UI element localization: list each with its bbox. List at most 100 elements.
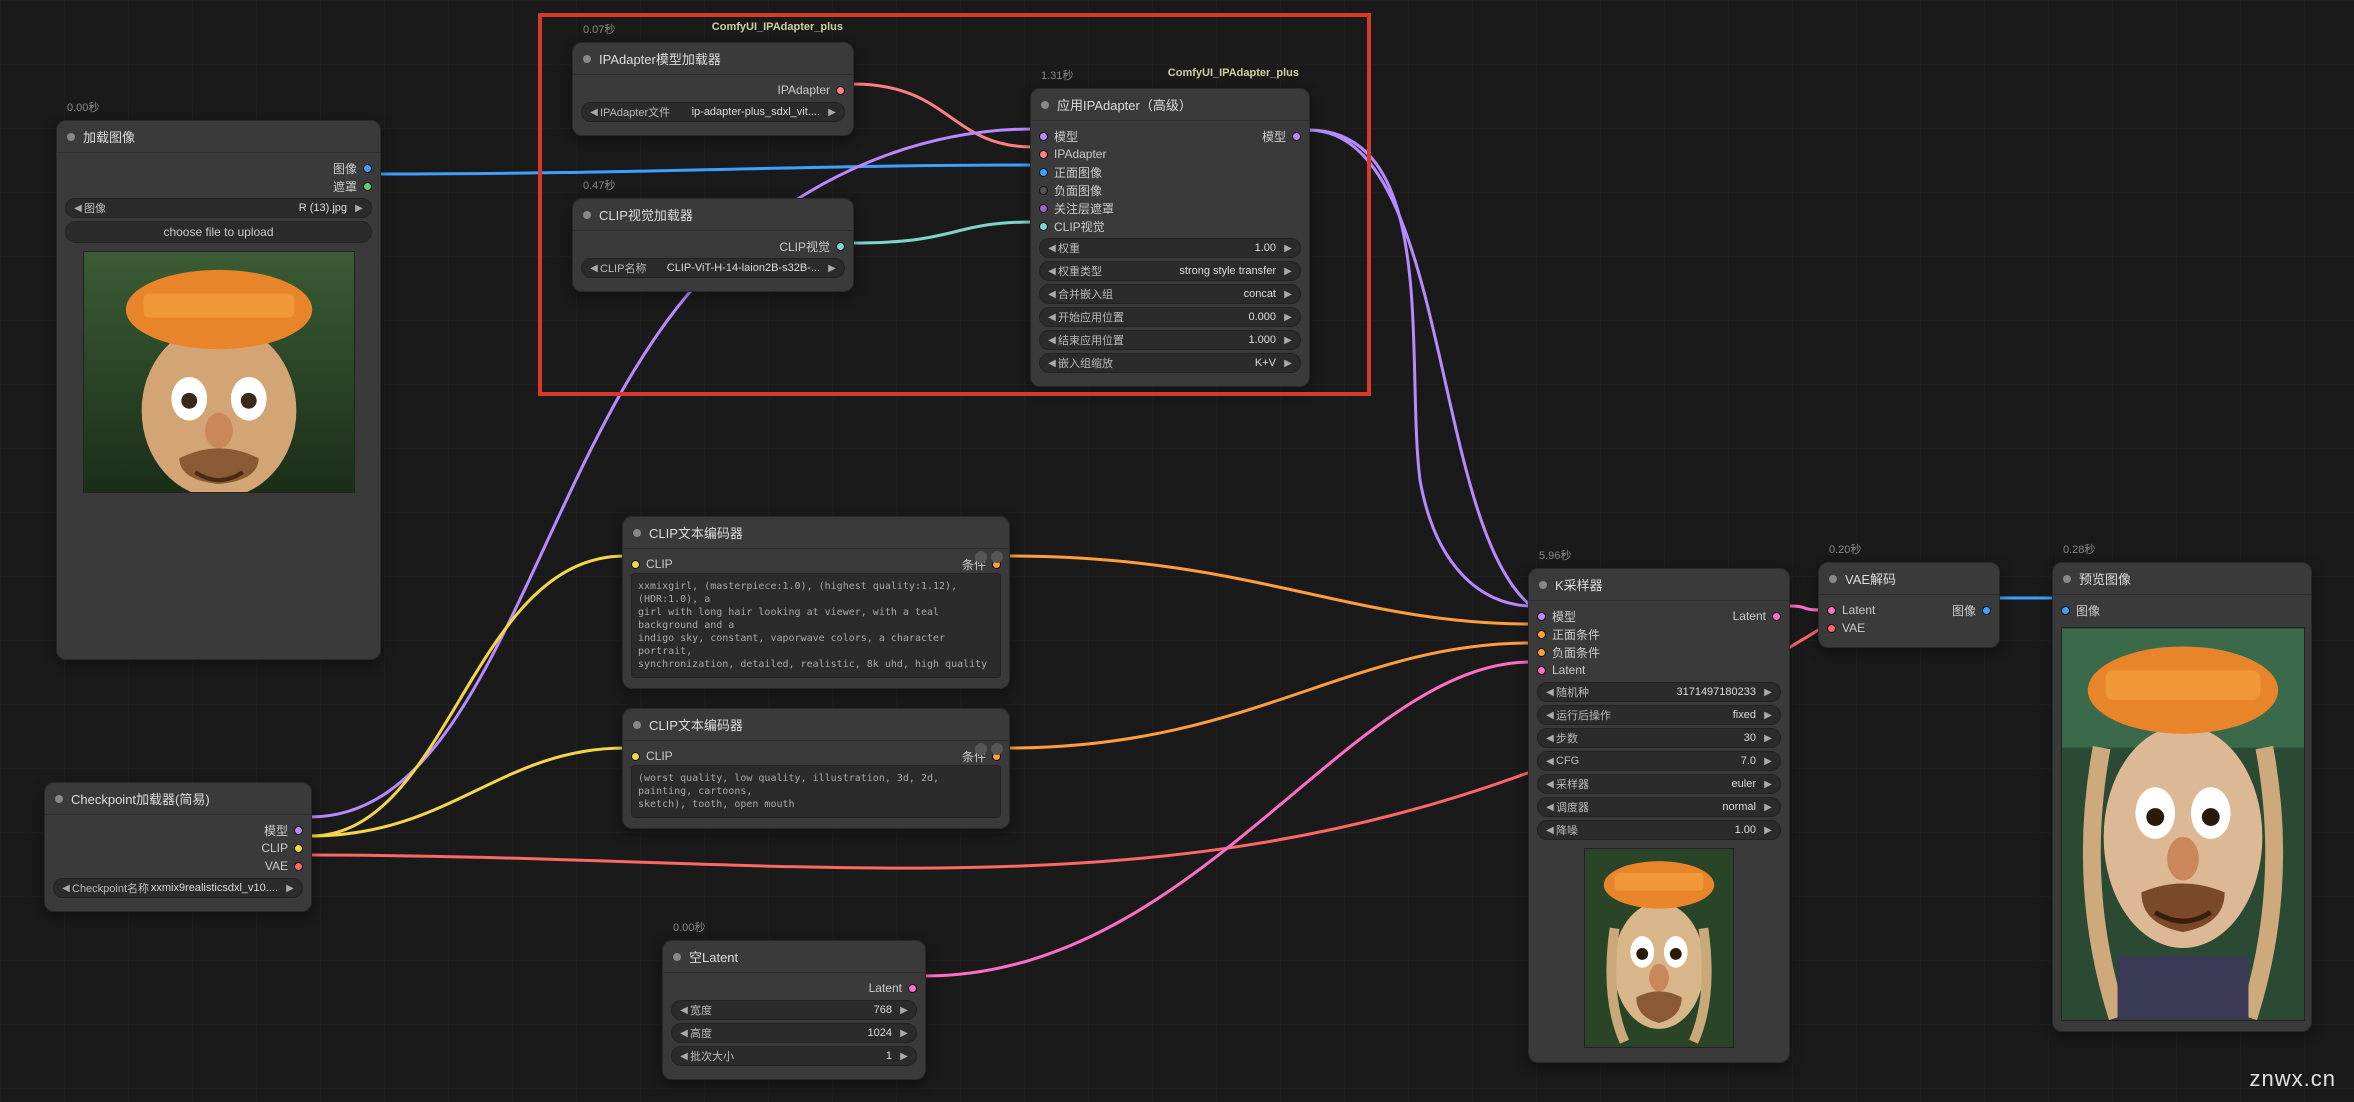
port-pos-cond-in[interactable] [1537,630,1546,639]
collapse-dot-icon[interactable] [1041,101,1049,109]
node-header[interactable]: Checkpoint加载器(简易) [45,783,311,815]
node-ipadapter-loader[interactable]: 0.07秒 ComfyUI_IPAdapter_plus IPAdapter模型… [572,42,854,136]
node-header[interactable]: 应用IPAdapter（高级） [1031,89,1309,121]
arrow-left-icon[interactable]: ◀ [678,1028,690,1039]
arrow-left-icon[interactable]: ◀ [1046,312,1058,323]
node-header[interactable]: 空Latent [663,941,925,973]
collapse-dot-icon[interactable] [67,133,75,141]
port-vae-out[interactable] [294,862,303,871]
port-model-out[interactable] [1292,132,1301,141]
arrow-right-icon[interactable]: ▶ [284,883,296,894]
arrow-right-icon[interactable]: ▶ [1282,266,1294,277]
prompt-textarea[interactable]: (worst quality, low quality, illustratio… [631,765,1001,818]
port-ipadapter-in[interactable] [1039,150,1048,159]
arrow-right-icon[interactable]: ▶ [1762,687,1774,698]
arrow-right-icon[interactable]: ▶ [826,263,838,274]
collapse-dot-icon[interactable] [673,953,681,961]
port-latent-in[interactable] [1537,666,1546,675]
node-ksampler[interactable]: 5.96秒 K采样器 模型 Latent 正面条件 负面条件 Latent ◀随… [1528,568,1790,1063]
port-clipvision-in[interactable] [1039,222,1048,231]
node-header[interactable]: CLIP文本编码器 [623,517,1009,549]
arrow-left-icon[interactable]: ◀ [1544,802,1556,813]
port-clipvision-out[interactable] [836,242,845,251]
upload-button[interactable]: choose file to upload [65,221,372,243]
port-pos-image-in[interactable] [1039,168,1048,177]
node-header[interactable]: VAE解码 [1819,563,1999,595]
node-header[interactable]: CLIP文本编码器 [623,709,1009,741]
arrow-left-icon[interactable]: ◀ [588,107,600,118]
node-clip-text-encode-neg[interactable]: CLIP文本编码器 CLIP 条件 (worst quality, low qu… [622,708,1010,829]
port-latent-in[interactable] [1827,606,1836,615]
arrow-left-icon[interactable]: ◀ [1046,358,1058,369]
collapse-dot-icon[interactable] [583,55,591,63]
port-model-out[interactable] [294,826,303,835]
widget-batch[interactable]: ◀批次大小1▶ [671,1046,917,1066]
widget-start-at[interactable]: ◀开始应用位置0.000▶ [1039,307,1301,327]
arrow-right-icon[interactable]: ▶ [898,1051,910,1062]
port-clip-in[interactable] [631,560,640,569]
widget-cfg[interactable]: ◀CFG7.0▶ [1537,751,1781,771]
arrow-left-icon[interactable]: ◀ [678,1051,690,1062]
arrow-right-icon[interactable]: ▶ [1762,825,1774,836]
widget-ipadapter-file[interactable]: ◀ IPAdapter文件 ip-adapter-plus_sdxl_vit..… [581,102,845,122]
arrow-right-icon[interactable]: ▶ [1762,802,1774,813]
port-model-in[interactable] [1537,612,1546,621]
arrow-right-icon[interactable]: ▶ [826,107,838,118]
port-latent-out[interactable] [1772,612,1781,621]
widget-weight-type[interactable]: ◀权重类型strong style transfer▶ [1039,261,1301,281]
arrow-left-icon[interactable]: ◀ [1544,710,1556,721]
prompt-textarea[interactable]: xxmixgirl, (masterpiece:1.0), (highest q… [631,573,1001,678]
arrow-right-icon[interactable]: ▶ [898,1005,910,1016]
port-clip-out[interactable] [294,844,303,853]
arrow-right-icon[interactable]: ▶ [1762,779,1774,790]
arrow-left-icon[interactable]: ◀ [1046,335,1058,346]
widget-embeds-scaling[interactable]: ◀嵌入组缩放K+V▶ [1039,353,1301,373]
arrow-left-icon[interactable]: ◀ [1544,779,1556,790]
collapse-dot-icon[interactable] [1829,575,1837,583]
arrow-left-icon[interactable]: ◀ [588,263,600,274]
collapse-dot-icon[interactable] [633,721,641,729]
port-attn-mask-in[interactable] [1039,204,1048,213]
collapse-dot-icon[interactable] [2063,575,2071,583]
widget-clip-name[interactable]: ◀ CLIP名称 CLIP-ViT-H-14-laion2B-s32B-... … [581,258,845,278]
arrow-left-icon[interactable]: ◀ [72,203,84,214]
port-clip-in[interactable] [631,752,640,761]
arrow-left-icon[interactable]: ◀ [1046,266,1058,277]
port-image-in[interactable] [2061,606,2070,615]
node-vae-decode[interactable]: 0.20秒 VAE解码 Latent 图像 VAE [1818,562,2000,648]
port-neg-cond-in[interactable] [1537,648,1546,657]
widget-combine-embeds[interactable]: ◀合并嵌入组concat▶ [1039,284,1301,304]
arrow-left-icon[interactable]: ◀ [1544,687,1556,698]
node-header[interactable]: 加载图像 [57,121,380,153]
node-header[interactable]: CLIP视觉加载器 [573,199,853,231]
arrow-right-icon[interactable]: ▶ [1282,335,1294,346]
arrow-right-icon[interactable]: ▶ [1762,710,1774,721]
port-mask-out[interactable] [363,182,372,191]
node-header[interactable]: IPAdapter模型加载器 [573,43,853,75]
history-icon[interactable] [975,743,987,755]
arrow-right-icon[interactable]: ▶ [1762,733,1774,744]
port-vae-in[interactable] [1827,624,1836,633]
history-icon[interactable] [975,551,987,563]
arrow-right-icon[interactable]: ▶ [1282,243,1294,254]
node-apply-ipadapter-advanced[interactable]: 1.31秒 ComfyUI_IPAdapter_plus 应用IPAdapter… [1030,88,1310,387]
arrow-right-icon[interactable]: ▶ [1282,312,1294,323]
arrow-left-icon[interactable]: ◀ [1046,289,1058,300]
widget-denoise[interactable]: ◀降噪1.00▶ [1537,820,1781,840]
widget-seed-mode[interactable]: ◀运行后操作fixed▶ [1537,705,1781,725]
widget-weight[interactable]: ◀权重1.00▶ [1039,238,1301,258]
widget-width[interactable]: ◀宽度768▶ [671,1000,917,1020]
arrow-left-icon[interactable]: ◀ [1046,243,1058,254]
arrow-left-icon[interactable]: ◀ [678,1005,690,1016]
arrow-left-icon[interactable]: ◀ [1544,756,1556,767]
node-header[interactable]: K采样器 [1529,569,1789,601]
widget-end-at[interactable]: ◀结束应用位置1.000▶ [1039,330,1301,350]
collapse-dot-icon[interactable] [1539,581,1547,589]
arrow-right-icon[interactable]: ▶ [1762,756,1774,767]
collapse-dot-icon[interactable] [55,795,63,803]
widget-sampler[interactable]: ◀采样器euler▶ [1537,774,1781,794]
node-checkpoint-loader[interactable]: Checkpoint加载器(简易) 模型 CLIP VAE ◀ Checkpoi… [44,782,312,912]
widget-image-select[interactable]: ◀ 图像 R (13).jpg ▶ [65,198,372,218]
mute-icon[interactable] [991,551,1003,563]
port-neg-image-in[interactable] [1039,186,1048,195]
